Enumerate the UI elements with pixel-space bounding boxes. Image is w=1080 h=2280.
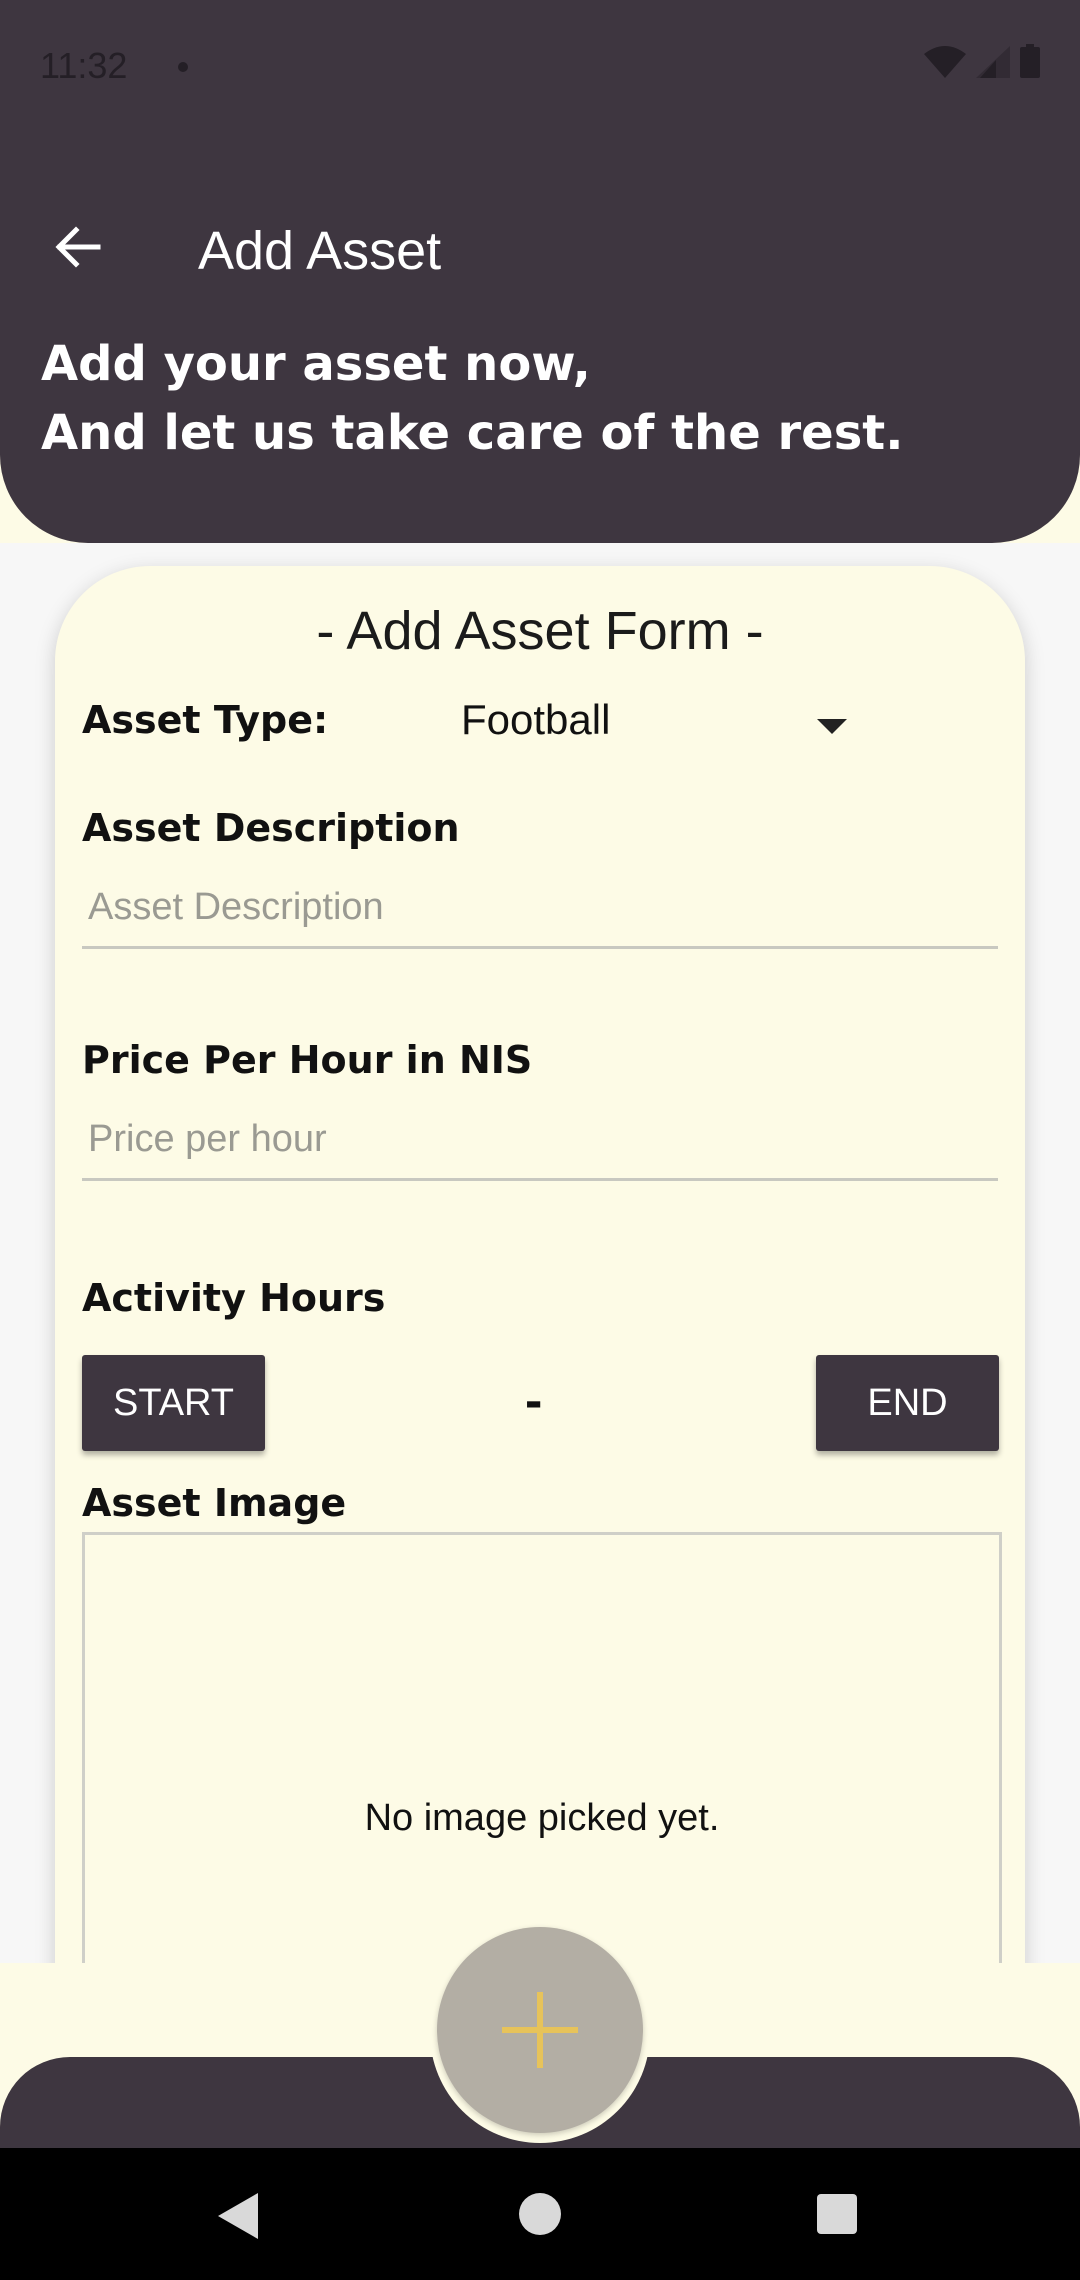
price-field[interactable] (82, 1098, 1006, 1181)
asset-description-field[interactable] (82, 866, 1006, 949)
notification-dot-icon (178, 62, 188, 72)
header-tagline: Add your asset now, And let us take care… (41, 330, 1041, 468)
tagline-line-1: Add your asset now, (41, 336, 591, 392)
nav-home-icon[interactable] (519, 2193, 561, 2235)
dropdown-arrow-icon (817, 719, 847, 734)
nav-back-icon[interactable] (218, 2193, 258, 2239)
add-button[interactable] (437, 1927, 643, 2133)
add-asset-form-card: - Add Asset Form - Asset Type: Football … (55, 566, 1025, 2029)
asset-type-value: Football (461, 696, 611, 743)
asset-description-input[interactable] (82, 866, 1006, 948)
form-title: - Add Asset Form - (316, 601, 764, 661)
wifi-icon (924, 46, 966, 78)
no-image-text: No image picked yet. (364, 1797, 720, 1839)
asset-type-label: Asset Type: (82, 698, 329, 742)
start-time-button[interactable]: START (82, 1355, 265, 1451)
status-icons (924, 44, 1040, 78)
app-header: 11:32 Add Asset Add your asset now, And … (0, 0, 1080, 543)
time-separator: - (525, 1372, 543, 1430)
battery-icon (1020, 44, 1040, 78)
asset-description-label: Asset Description (82, 806, 460, 850)
page-title: Add Asset (198, 221, 442, 281)
asset-image-label: Asset Image (82, 1481, 347, 1525)
tagline-line-2: And let us take care of the rest. (41, 405, 904, 461)
back-arrow-icon[interactable] (52, 222, 102, 272)
price-label: Price Per Hour in NIS (82, 1038, 533, 1082)
plus-icon-vertical (537, 1992, 543, 2068)
status-time: 11:32 (40, 45, 128, 86)
end-time-button[interactable]: END (816, 1355, 999, 1451)
activity-hours-label: Activity Hours (82, 1276, 386, 1320)
signal-icon (976, 46, 1010, 78)
nav-recents-icon[interactable] (817, 2194, 857, 2234)
price-input[interactable] (82, 1098, 1006, 1180)
